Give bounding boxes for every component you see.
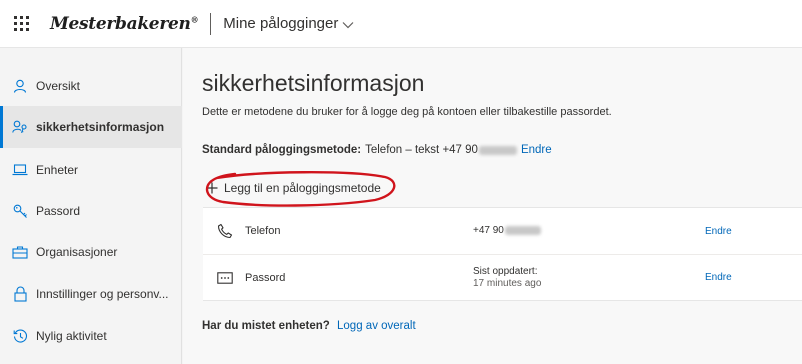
sidebar-item-organisasjoner[interactable]: Organisasjoner — [0, 231, 182, 273]
history-icon — [12, 328, 28, 344]
sidebar-item-label: Passord — [36, 204, 81, 218]
sidebar-item-passord[interactable]: Passord — [0, 190, 182, 232]
top-bar: Mesterbakeren® Mine pålogginger — [0, 0, 802, 48]
sidebar: Oversikt sikkerhetsinformasjon Enheter P… — [0, 48, 182, 364]
lost-device-question: Har du mistet enheten? — [202, 320, 330, 332]
laptop-icon — [12, 162, 28, 178]
sidebar-item-oversikt[interactable]: Oversikt — [0, 65, 182, 107]
sidebar-item-label: Enheter — [36, 163, 79, 177]
main-content: sikkerhetsinformasjon Dette er metodene … — [183, 48, 802, 364]
app-title: Mine pålogginger — [223, 15, 339, 32]
last-updated: 17 minutes ago — [473, 277, 542, 289]
sidebar-item-label: Oversikt — [36, 79, 81, 93]
sidebar-item-nylig-aktivitet[interactable]: Nylig aktivitet — [0, 315, 182, 357]
default-method-value: Telefon – tekst +47 90 — [365, 144, 478, 156]
sidebar-item-label: Organisasjoner — [36, 245, 118, 259]
sign-out-everywhere-link[interactable]: Logg av overalt — [337, 320, 416, 332]
phone-icon — [216, 222, 234, 240]
change-default-method-link[interactable]: Endre — [521, 144, 552, 156]
briefcase-icon — [12, 244, 28, 260]
sidebar-item-innstillinger[interactable]: Innstillinger og personv... — [0, 273, 182, 315]
sidebar-item-label: Nylig aktivitet — [36, 329, 107, 343]
change-password-link[interactable]: Endre — [705, 272, 732, 283]
brand-logo: Mesterbakeren® — [50, 13, 199, 34]
change-phone-link[interactable]: Endre — [705, 226, 732, 237]
redacted-number — [478, 145, 517, 155]
sidebar-item-enheter[interactable]: Enheter — [0, 149, 182, 191]
person-icon — [12, 78, 28, 94]
method-name: Passord — [245, 271, 286, 284]
annotation-circle — [205, 171, 396, 207]
person-key-icon — [12, 119, 28, 135]
default-method-label: Standard påloggingsmetode: — [202, 144, 362, 156]
methods-list: Telefon +47 90 Endre Passord Sist oppdat… — [203, 207, 802, 301]
key-icon — [12, 203, 28, 219]
method-value: +47 90 — [473, 225, 541, 237]
header-divider — [210, 12, 212, 35]
password-icon — [216, 269, 234, 287]
chevron-down-icon — [342, 21, 354, 29]
app-switcher[interactable]: Mine pålogginger — [223, 15, 354, 32]
method-row-phone: Telefon +47 90 Endre — [203, 208, 802, 254]
page-title: sikkerhetsinformasjon — [202, 70, 425, 96]
method-value: Sist oppdatert: 17 minutes ago — [473, 265, 542, 289]
app-launcher-icon[interactable] — [14, 15, 30, 32]
page-subtitle: Dette er metodene du bruker for å logge … — [202, 106, 612, 118]
sidebar-item-label: sikkerhetsinformasjon — [36, 120, 165, 134]
method-row-password: Passord Sist oppdatert: 17 minutes ago E… — [203, 254, 802, 300]
lost-device: Har du mistet enheten? Logg av overalt — [202, 320, 416, 332]
lock-icon — [12, 286, 28, 302]
sidebar-item-sikkerhetsinformasjon[interactable]: sikkerhetsinformasjon — [0, 106, 182, 148]
default-method: Standard påloggingsmetode: Telefon – tek… — [202, 144, 552, 156]
method-name: Telefon — [245, 225, 281, 237]
sidebar-item-label: Innstillinger og personv... — [36, 287, 169, 301]
